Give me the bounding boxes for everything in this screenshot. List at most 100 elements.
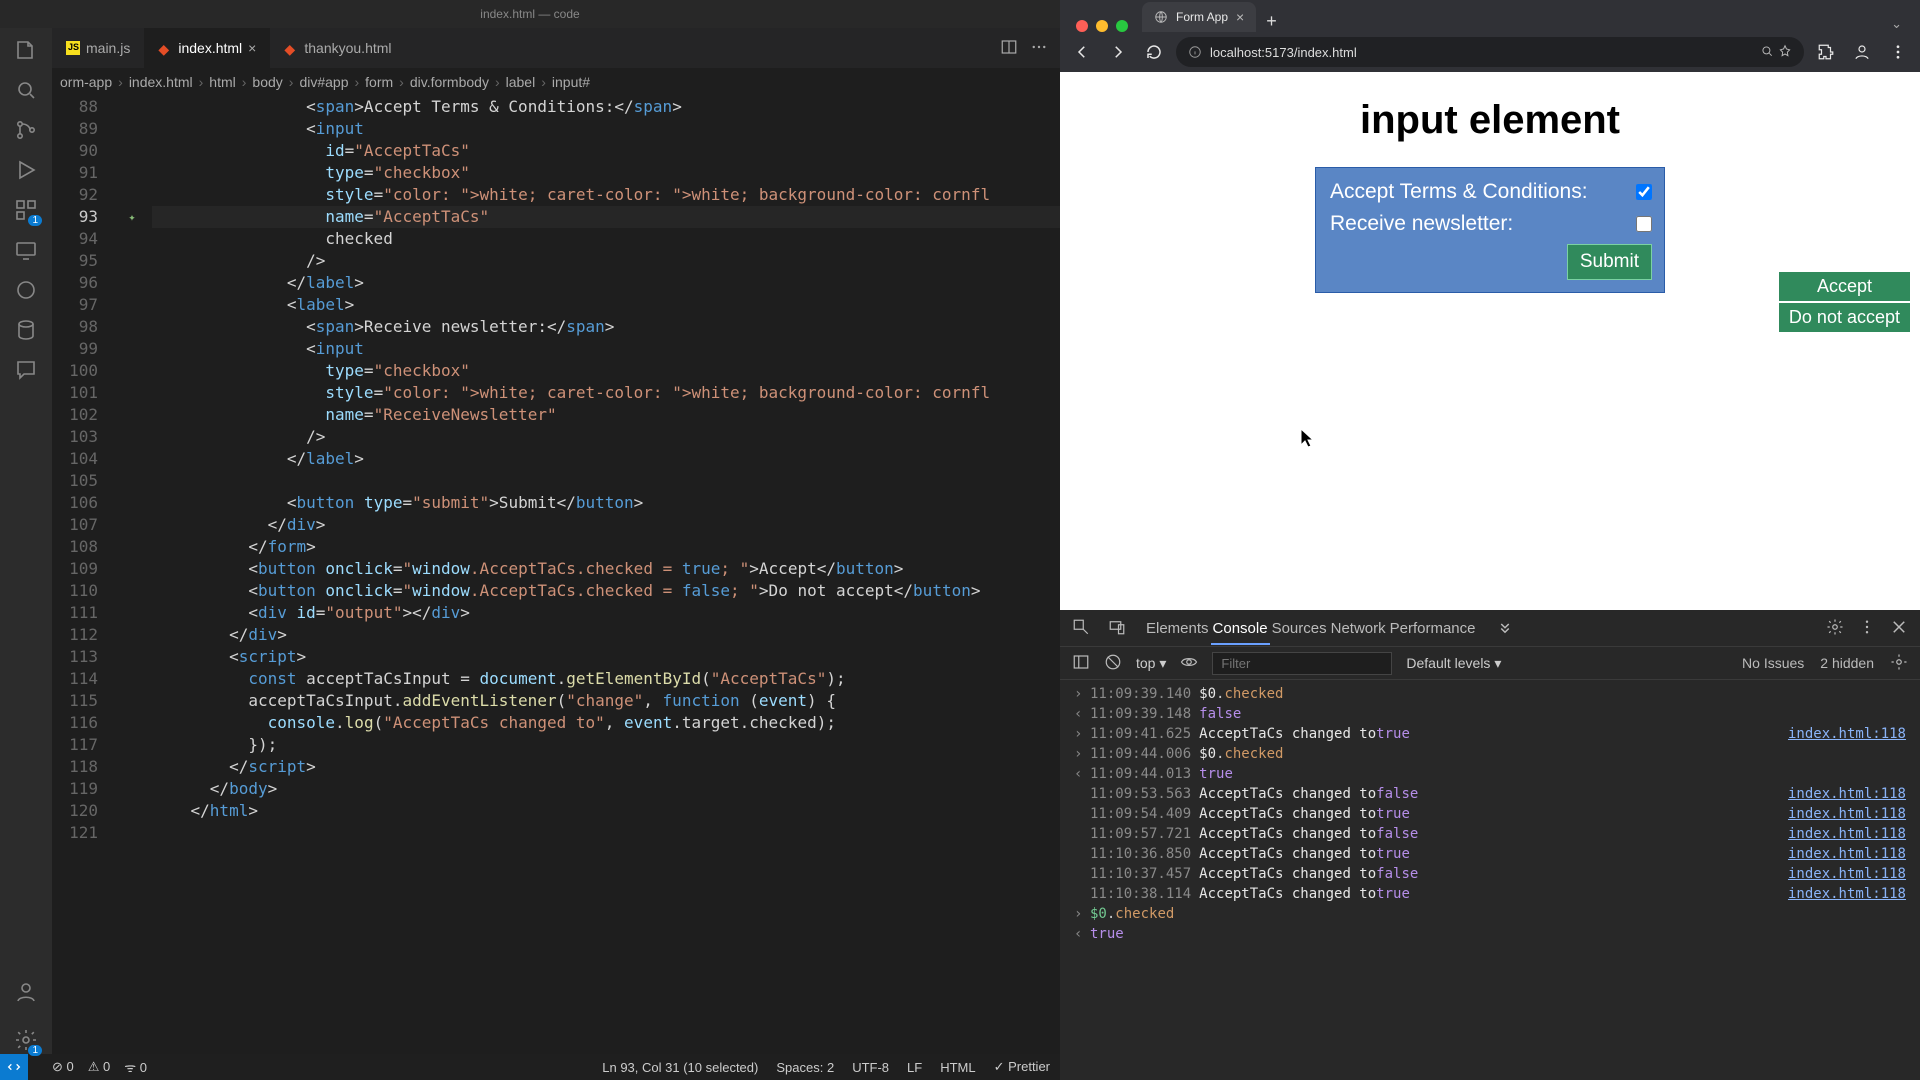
source-control-icon[interactable] (12, 116, 40, 144)
run-debug-icon[interactable] (12, 156, 40, 184)
devtools-tab-network[interactable]: Network (1329, 614, 1388, 643)
new-tab-button[interactable]: + (1256, 11, 1287, 32)
more-tabs-icon[interactable] (1496, 618, 1514, 639)
code-editor[interactable]: 8889909192939495969798991001011021031041… (52, 96, 1060, 1054)
breadcrumb-item[interactable]: html (209, 74, 235, 90)
reload-button[interactable] (1140, 38, 1168, 66)
search-icon[interactable] (12, 76, 40, 104)
indent[interactable]: Spaces: 2 (776, 1060, 834, 1075)
console-row: 11:09:57.721AcceptTaCs changed to falsei… (1060, 824, 1920, 844)
html-icon: ◆ (284, 41, 298, 55)
breadcrumb-item[interactable]: div#app (299, 74, 348, 90)
source-link[interactable]: index.html:118 (1788, 806, 1906, 822)
ports-count[interactable]: ᯤ 0 (124, 1058, 147, 1076)
console-row: ›11:09:44.006$0.checked (1060, 744, 1920, 764)
source-link[interactable]: index.html:118 (1788, 886, 1906, 902)
newsletter-checkbox[interactable] (1636, 216, 1652, 232)
warnings-count[interactable]: ⚠ 0 (88, 1059, 111, 1075)
sidebar-toggle-icon[interactable] (1072, 653, 1090, 674)
issues-status[interactable]: No Issues (1742, 655, 1804, 671)
levels-selector[interactable]: Default levels ▾ (1406, 655, 1501, 672)
devtools-tab-console[interactable]: Console (1211, 614, 1270, 645)
console-settings-icon[interactable] (1890, 653, 1908, 674)
status-bar: ⊘ 0 ⚠ 0 ᯤ 0 Ln 93, Col 31 (10 selected) … (0, 1054, 1060, 1080)
browser-tab[interactable]: Form App × (1142, 2, 1256, 32)
console-row: ‹11:09:39.148false (1060, 704, 1920, 724)
console-row: 11:10:38.114AcceptTaCs changed to truein… (1060, 884, 1920, 904)
source-link[interactable]: index.html:118 (1788, 826, 1906, 842)
mouse-cursor (1300, 428, 1314, 448)
remote-explorer-icon[interactable] (12, 236, 40, 264)
extensions-icon[interactable]: 1 (12, 196, 40, 224)
editor-tab[interactable]: ◆thankyou.html (270, 28, 405, 68)
clear-console-icon[interactable] (1104, 653, 1122, 674)
editor-tab[interactable]: JSmain.js (52, 28, 144, 68)
window-minimize[interactable] (1096, 20, 1108, 32)
remote-indicator[interactable] (0, 1054, 28, 1080)
prettier-status[interactable]: ✓ Prettier (994, 1059, 1050, 1075)
site-info-icon[interactable] (1188, 45, 1202, 59)
close-icon[interactable]: × (248, 40, 256, 56)
context-selector[interactable]: top ▾ (1136, 655, 1166, 672)
eol[interactable]: LF (907, 1060, 922, 1075)
breadcrumb-item[interactable]: label (506, 74, 536, 90)
accept-button[interactable]: Accept (1779, 272, 1910, 301)
accept-checkbox[interactable] (1636, 184, 1652, 200)
reject-button[interactable]: Do not accept (1779, 303, 1910, 332)
breadcrumb-item[interactable]: body (252, 74, 282, 90)
devtools-settings-icon[interactable] (1826, 618, 1844, 639)
console-toolbar: top ▾ Default levels ▾ No Issues 2 hidde… (1060, 646, 1920, 680)
source-link[interactable]: index.html:118 (1788, 786, 1906, 802)
errors-count[interactable]: ⊘ 0 (52, 1059, 74, 1075)
breadcrumb-item[interactable]: input# (552, 74, 590, 90)
language-mode[interactable]: HTML (940, 1060, 975, 1075)
menu-button[interactable] (1884, 38, 1912, 66)
cursor-position[interactable]: Ln 93, Col 31 (10 selected) (602, 1060, 758, 1075)
split-editor-icon[interactable] (1000, 38, 1018, 59)
source-link[interactable]: index.html:118 (1788, 846, 1906, 862)
source-link[interactable]: index.html:118 (1788, 866, 1906, 882)
zoom-icon[interactable] (1760, 44, 1774, 61)
back-button[interactable] (1068, 38, 1096, 66)
encoding[interactable]: UTF-8 (852, 1060, 889, 1075)
hidden-count[interactable]: 2 hidden (1820, 655, 1874, 671)
expand-icon[interactable]: ⌄ (1881, 16, 1912, 32)
breadcrumbs[interactable]: orm-app›index.html›html›body›div#app›for… (52, 68, 1060, 96)
extensions-button[interactable] (1812, 38, 1840, 66)
comments-icon[interactable] (12, 356, 40, 384)
breadcrumb-item[interactable]: div.formbody (410, 74, 489, 90)
editor-tab[interactable]: ◆index.html× (144, 28, 270, 68)
submit-button[interactable]: Submit (1567, 244, 1652, 280)
tab-label: main.js (86, 40, 130, 56)
profile-button[interactable] (1848, 38, 1876, 66)
breadcrumb-item[interactable]: form (365, 74, 393, 90)
more-icon[interactable] (1030, 38, 1048, 59)
bookmark-icon[interactable] (1778, 44, 1792, 61)
address-bar[interactable]: localhost:5173/index.html (1176, 37, 1804, 67)
settings-gear-icon[interactable]: 1 (12, 1026, 40, 1054)
window-zoom[interactable] (1116, 20, 1128, 32)
account-icon[interactable] (12, 978, 40, 1006)
devtools-tab-performance[interactable]: Performance (1388, 614, 1478, 643)
explorer-icon[interactable] (12, 36, 40, 64)
devtools-menu-icon[interactable] (1858, 618, 1876, 639)
console-output[interactable]: ›11:09:39.140$0.checked‹11:09:39.148fals… (1060, 680, 1920, 1080)
live-expression-icon[interactable] (1180, 653, 1198, 674)
copilot-icon[interactable] (12, 276, 40, 304)
window-close[interactable] (1076, 20, 1088, 32)
devtools-tab-elements[interactable]: Elements (1144, 614, 1211, 643)
inspect-icon[interactable] (1072, 618, 1090, 639)
editor-area: JSmain.js◆index.html×◆thankyou.html orm-… (52, 28, 1060, 1054)
database-icon[interactable] (12, 316, 40, 344)
devtools-tab-sources[interactable]: Sources (1270, 614, 1329, 643)
forward-button[interactable] (1104, 38, 1132, 66)
breadcrumb-item[interactable]: index.html (129, 74, 193, 90)
filter-input[interactable] (1212, 652, 1392, 675)
devtools-close-icon[interactable] (1890, 618, 1908, 639)
source-link[interactable]: index.html:118 (1788, 726, 1906, 742)
device-icon[interactable] (1108, 618, 1126, 639)
close-icon[interactable]: × (1236, 9, 1244, 25)
breadcrumb-item[interactable]: orm-app (60, 74, 112, 90)
badge: 1 (28, 1045, 42, 1056)
badge: 1 (28, 215, 42, 226)
